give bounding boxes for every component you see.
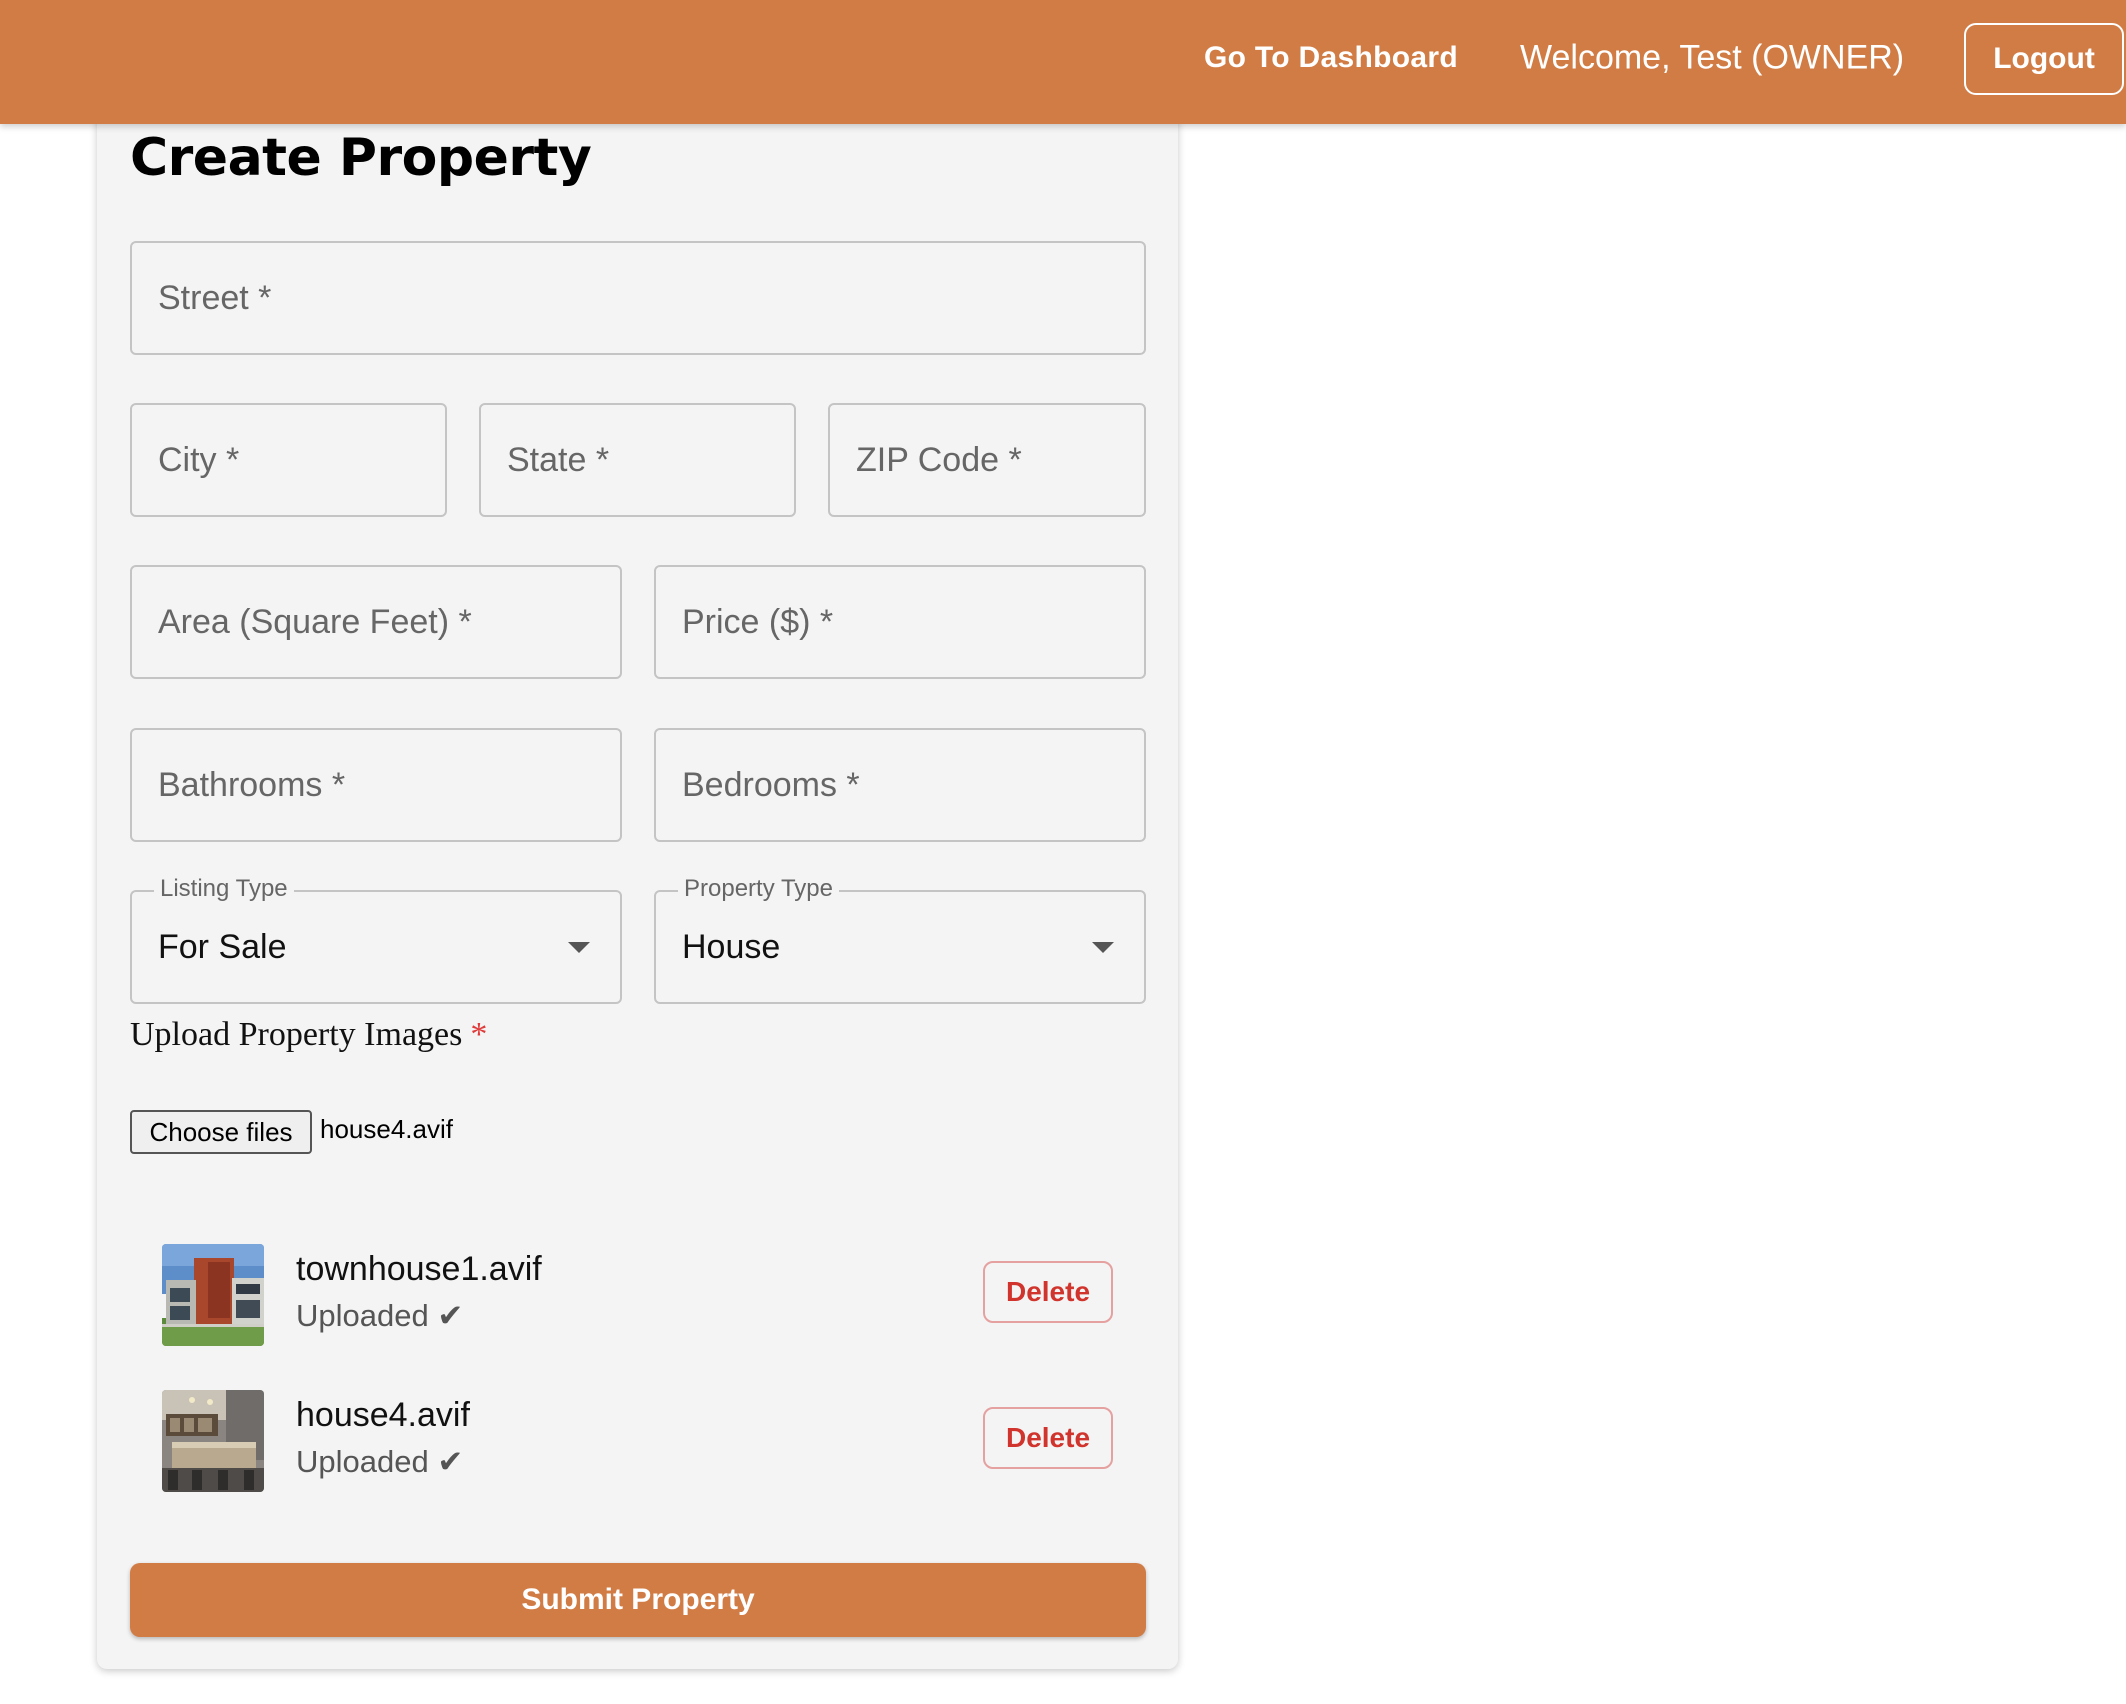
listing-type-value: For Sale (158, 927, 287, 966)
uploaded-image-item: house4.avif Uploaded ✔ Delete (162, 1390, 1113, 1494)
zip-code-placeholder: ZIP Code * (856, 440, 1022, 479)
bedrooms-field[interactable]: Bedrooms * (654, 728, 1146, 842)
property-type-value: House (682, 927, 781, 966)
bedrooms-placeholder: Bedrooms * (682, 765, 860, 804)
delete-image-button[interactable]: Delete (983, 1261, 1113, 1323)
listing-type-label: Listing Type (154, 875, 294, 903)
upload-status: Uploaded ✔ (296, 1444, 464, 1479)
required-mark: * (470, 1016, 488, 1053)
submit-property-button[interactable]: Submit Property (130, 1563, 1146, 1637)
upload-status: Uploaded ✔ (296, 1298, 464, 1333)
image-file-name: house4.avif (296, 1396, 470, 1434)
property-type-select[interactable]: Property Type House (654, 875, 1146, 1004)
chevron-down-icon (1092, 941, 1114, 953)
choose-files-button[interactable]: Choose files (130, 1110, 312, 1154)
area-placeholder: Area (Square Feet) * (158, 602, 472, 641)
bathrooms-placeholder: Bathrooms * (158, 765, 346, 804)
city-placeholder: City * (158, 440, 240, 479)
kitchen-thumbnail-icon (162, 1390, 264, 1492)
uploaded-image-item: townhouse1.avif Uploaded ✔ Delete (162, 1244, 1113, 1348)
go-to-dashboard-link[interactable]: Go To Dashboard (1204, 41, 1458, 75)
state-field[interactable]: State * (479, 403, 796, 517)
page-title: Create Property (130, 128, 592, 188)
street-field[interactable]: Street * (130, 241, 1146, 355)
upload-images-label-text: Upload Property Images (130, 1016, 463, 1053)
price-field[interactable]: Price ($) * (654, 565, 1146, 679)
logout-button[interactable]: Logout (1964, 23, 2124, 95)
property-type-label: Property Type (678, 875, 839, 903)
image-file-name: townhouse1.avif (296, 1250, 542, 1288)
welcome-text: Welcome, Test (OWNER) (1520, 38, 1905, 77)
top-app-bar: Go To Dashboard Welcome, Test (OWNER) Lo… (0, 0, 2126, 124)
price-placeholder: Price ($) * (682, 602, 834, 641)
listing-type-select[interactable]: Listing Type For Sale (130, 875, 622, 1004)
state-placeholder: State * (507, 440, 610, 479)
city-field[interactable]: City * (130, 403, 447, 517)
chosen-file-name: house4.avif (320, 1114, 453, 1144)
delete-image-button[interactable]: Delete (983, 1407, 1113, 1469)
area-field[interactable]: Area (Square Feet) * (130, 565, 622, 679)
townhouse-thumbnail-icon (162, 1244, 264, 1346)
zip-code-field[interactable]: ZIP Code * (828, 403, 1146, 517)
street-placeholder: Street * (158, 278, 272, 317)
upload-images-label: Upload Property Images * (130, 1016, 487, 1054)
bathrooms-field[interactable]: Bathrooms * (130, 728, 622, 842)
chevron-down-icon (568, 941, 590, 953)
